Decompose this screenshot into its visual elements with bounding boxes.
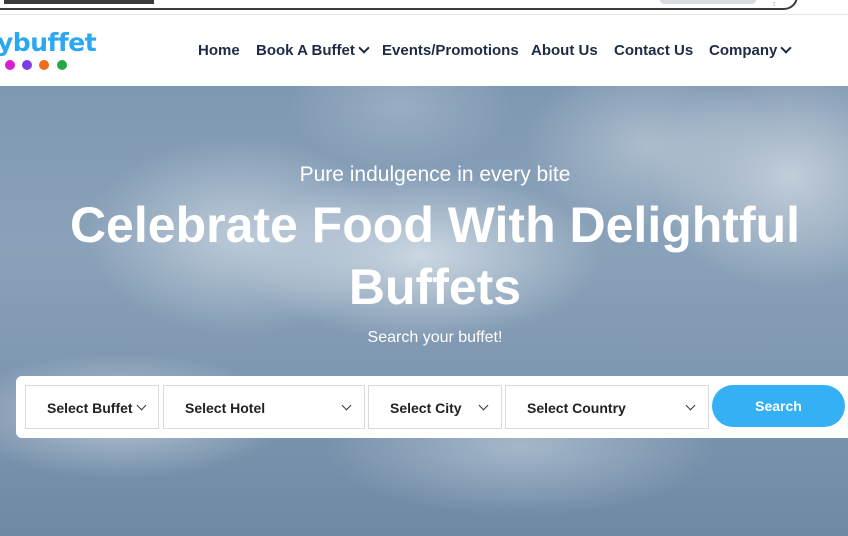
chevron-down-icon (780, 42, 793, 54)
search-button[interactable]: Search (712, 385, 845, 427)
select-buffet-label: Select Buffet (47, 400, 133, 416)
nav-events-promotions[interactable]: Events/Promotions (382, 42, 519, 59)
chevron-down-icon (136, 400, 147, 411)
select-hotel-dropdown[interactable]: Select Hotel (163, 385, 365, 429)
nav-book-a-buffet-label: Book A Buffet (256, 42, 355, 59)
nav-events-label: Events/Promotions (382, 42, 519, 59)
nav-about-us[interactable]: About Us (531, 42, 598, 59)
logo-dot-purple (22, 60, 32, 70)
buffet-search-bar: Select Buffet Select Hotel Select City S… (16, 376, 848, 438)
more-options-icon[interactable]: ⋮ (770, 0, 778, 7)
select-buffet-dropdown[interactable]: Select Buffet (25, 385, 159, 429)
select-city-dropdown[interactable]: Select City (368, 385, 502, 429)
site-header: ybuffet Home Book A Buffet Events/Promot… (0, 15, 848, 86)
logo-dot-magenta (5, 60, 15, 70)
chevron-down-icon (685, 400, 696, 411)
logo[interactable]: ybuffet (0, 28, 97, 57)
nav-about-label: About Us (531, 42, 598, 59)
logo-dot-orange (39, 60, 49, 70)
chevron-down-icon (358, 42, 370, 54)
address-bar-chip[interactable] (660, 0, 756, 4)
hero-tagline: Pure indulgence in every bite (299, 163, 571, 186)
nav-home[interactable]: Home (198, 42, 240, 59)
nav-company-label: Company (709, 42, 778, 59)
hero-subtitle: Search your buffet! (367, 329, 503, 346)
select-hotel-label: Select Hotel (185, 400, 266, 416)
browser-top-strip: ⋮ (0, 0, 848, 14)
select-country-label: Select Country (527, 400, 626, 416)
select-country-dropdown[interactable]: Select Country (505, 385, 709, 429)
hero-title: Celebrate Food With Delightful Buffets (69, 197, 801, 315)
chevron-down-icon (478, 400, 489, 411)
nav-home-label: Home (198, 42, 240, 59)
logo-dot-green (57, 60, 67, 70)
nav-book-a-buffet[interactable]: Book A Buffet (256, 42, 370, 59)
nav-contact-us[interactable]: Contact Us (614, 42, 693, 59)
hero-banner: Pure indulgence in every bite Celebrate … (0, 86, 848, 536)
chevron-down-icon (341, 400, 352, 411)
address-bar-highlight (4, 0, 154, 4)
nav-contact-label: Contact Us (614, 42, 694, 59)
nav-company[interactable]: Company (709, 42, 793, 59)
select-city-label: Select City (390, 400, 462, 416)
